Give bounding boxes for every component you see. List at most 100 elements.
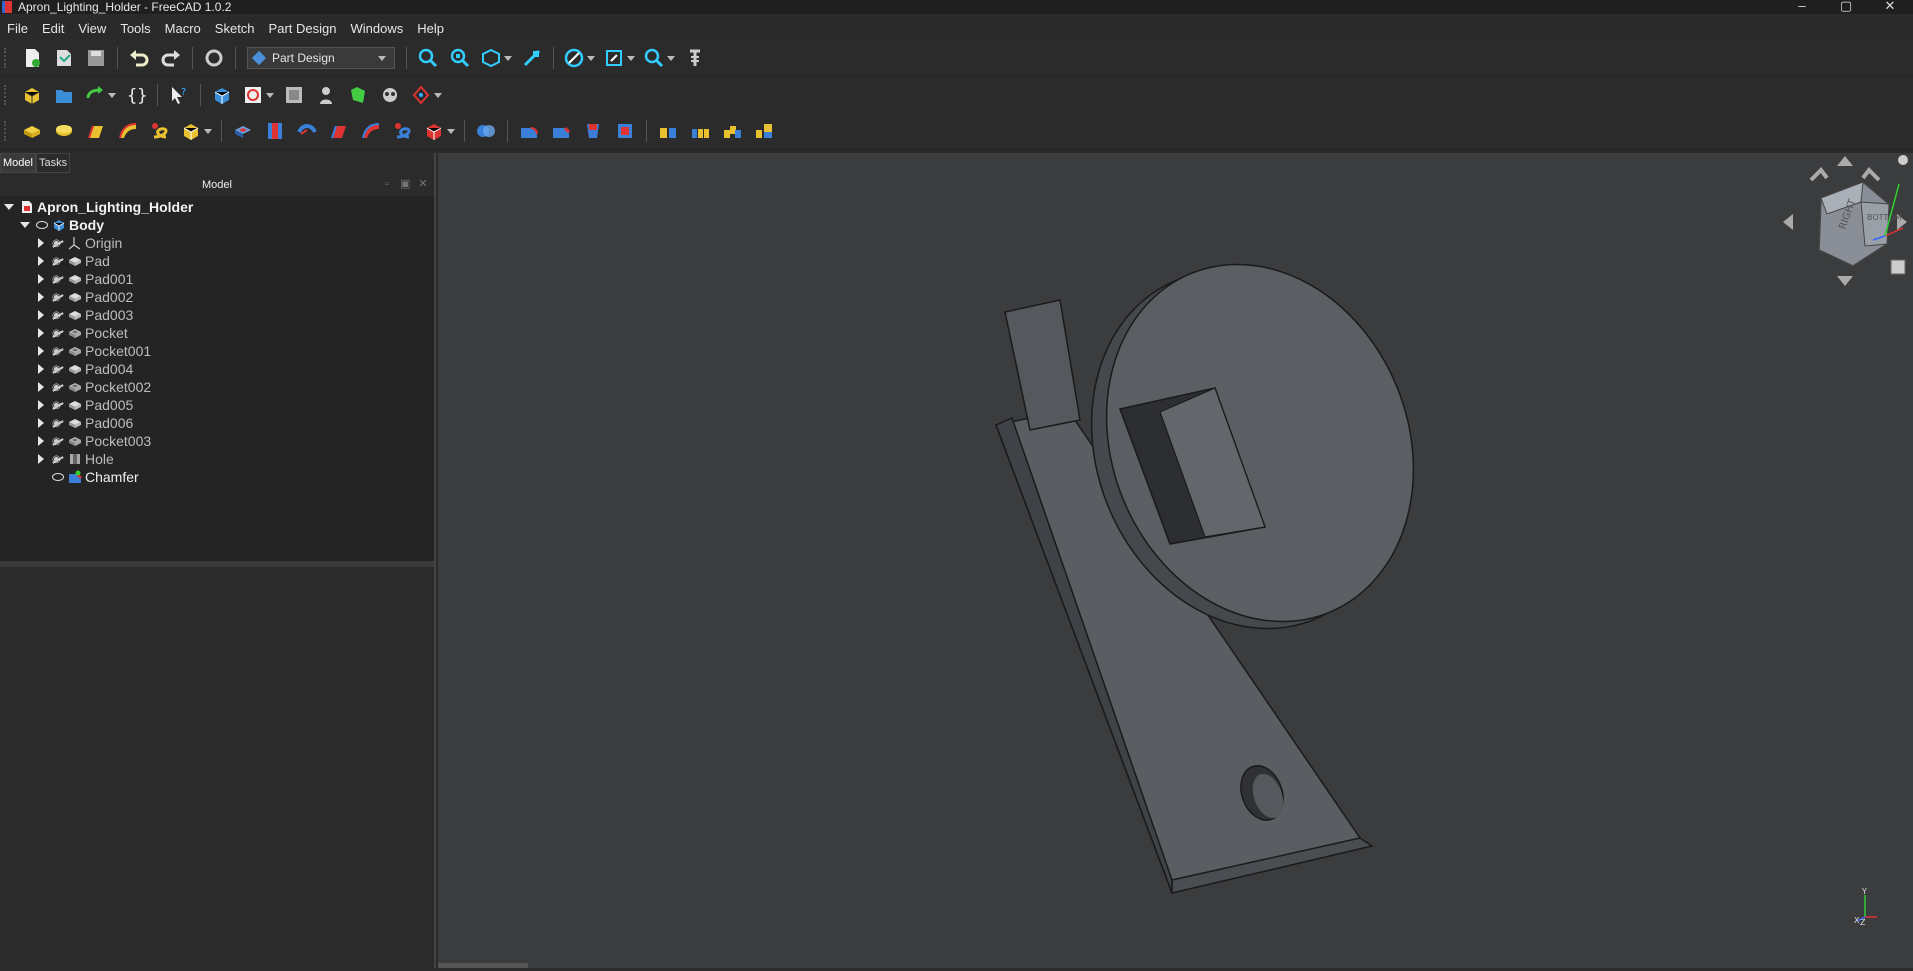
mirrored-icon[interactable] bbox=[656, 119, 680, 143]
new-document-icon[interactable] bbox=[20, 46, 44, 70]
create-body-icon[interactable] bbox=[210, 83, 234, 107]
linear-pattern-icon[interactable] bbox=[688, 119, 712, 143]
chamfer-icon[interactable] bbox=[549, 119, 573, 143]
expand-right-icon[interactable] bbox=[36, 256, 46, 266]
datum-icon[interactable] bbox=[410, 83, 442, 107]
toolbar-grip[interactable] bbox=[4, 48, 10, 68]
expand-right-icon[interactable] bbox=[36, 328, 46, 338]
validate-sketch-icon[interactable] bbox=[314, 83, 338, 107]
expand-down-icon[interactable] bbox=[4, 202, 14, 212]
menu-tools[interactable]: Tools bbox=[113, 21, 157, 36]
visibility-hidden-icon[interactable]: ◉ bbox=[52, 455, 64, 465]
fit-selection-icon[interactable] bbox=[448, 46, 472, 70]
braces-icon[interactable]: {} bbox=[124, 83, 148, 107]
arrow-left-icon[interactable] bbox=[1783, 214, 1793, 230]
workbench-selector[interactable]: Part Design bbox=[247, 47, 395, 69]
expand-right-icon[interactable] bbox=[36, 382, 46, 392]
hole-icon[interactable] bbox=[263, 119, 287, 143]
arrow-up-icon[interactable] bbox=[1837, 156, 1853, 166]
menu-edit[interactable]: Edit bbox=[35, 21, 71, 36]
whats-this-icon[interactable]: ? bbox=[167, 83, 191, 107]
polar-pattern-icon[interactable] bbox=[720, 119, 744, 143]
visibility-hidden-icon[interactable]: ◉ bbox=[52, 419, 64, 429]
visibility-hidden-icon[interactable]: ◉ bbox=[52, 365, 64, 375]
3d-viewport[interactable] bbox=[438, 153, 1913, 968]
open-document-icon[interactable] bbox=[52, 46, 76, 70]
tab-model[interactable]: Model bbox=[0, 153, 36, 173]
visibility-eye-icon[interactable] bbox=[36, 221, 48, 229]
menu-file[interactable]: File bbox=[0, 21, 35, 36]
create-group-icon[interactable] bbox=[52, 83, 76, 107]
expand-right-icon[interactable] bbox=[36, 238, 46, 248]
visibility-hidden-icon[interactable]: ◉ bbox=[52, 275, 64, 285]
expand-right-icon[interactable] bbox=[36, 310, 46, 320]
panel-float-icon[interactable]: ▫ bbox=[382, 179, 392, 190]
additive-primitive-icon[interactable] bbox=[180, 119, 212, 143]
helix-icon[interactable] bbox=[148, 119, 172, 143]
create-part-icon[interactable] bbox=[20, 83, 44, 107]
std-views-icon[interactable] bbox=[603, 46, 635, 70]
undo-icon[interactable] bbox=[127, 46, 151, 70]
refresh-icon[interactable] bbox=[202, 46, 226, 70]
panel-close-icon[interactable]: ✕ bbox=[418, 179, 428, 190]
expand-right-icon[interactable] bbox=[36, 364, 46, 374]
fit-all-icon[interactable] bbox=[416, 46, 440, 70]
horizontal-scrollbar[interactable] bbox=[438, 963, 528, 968]
navcube-face-bottom[interactable]: BOTTOM bbox=[1867, 213, 1902, 222]
subtractive-helix-icon[interactable] bbox=[391, 119, 415, 143]
cube-small-icon[interactable] bbox=[1890, 259, 1906, 275]
redo-icon[interactable] bbox=[159, 46, 183, 70]
view-menu-icon[interactable] bbox=[1898, 155, 1908, 165]
pad-icon[interactable] bbox=[20, 119, 44, 143]
expand-right-icon[interactable] bbox=[36, 400, 46, 410]
menu-part-design[interactable]: Part Design bbox=[262, 21, 344, 36]
menu-view[interactable]: View bbox=[71, 21, 113, 36]
revolution-icon[interactable] bbox=[52, 119, 76, 143]
expand-right-icon[interactable] bbox=[36, 274, 46, 284]
thickness-icon[interactable] bbox=[613, 119, 637, 143]
draw-style-icon[interactable] bbox=[563, 46, 595, 70]
visibility-hidden-icon[interactable]: ◉ bbox=[52, 293, 64, 303]
subtractive-loft-icon[interactable] bbox=[327, 119, 351, 143]
toolbar-grip[interactable] bbox=[4, 121, 10, 141]
subtractive-pipe-icon[interactable] bbox=[359, 119, 383, 143]
rotate-right-icon[interactable] bbox=[1861, 166, 1881, 182]
menu-help[interactable]: Help bbox=[410, 21, 451, 36]
multi-transform-icon[interactable] bbox=[752, 119, 776, 143]
panel-splitter[interactable] bbox=[0, 561, 434, 567]
visibility-hidden-icon[interactable]: ◉ bbox=[52, 329, 64, 339]
boolean-icon[interactable] bbox=[474, 119, 498, 143]
visibility-hidden-icon[interactable]: ◉ bbox=[52, 239, 64, 249]
panel-restore-icon[interactable]: ▣ bbox=[400, 179, 410, 190]
isometric-view-icon[interactable] bbox=[480, 46, 512, 70]
model-render[interactable] bbox=[438, 153, 1913, 968]
visibility-hidden-icon[interactable]: ◉ bbox=[52, 347, 64, 357]
fillet-icon[interactable] bbox=[517, 119, 541, 143]
subtractive-primitive-icon[interactable] bbox=[423, 119, 455, 143]
visibility-hidden-icon[interactable]: ◉ bbox=[52, 401, 64, 411]
arrow-down-icon[interactable] bbox=[1837, 276, 1853, 286]
expand-right-icon[interactable] bbox=[36, 418, 46, 428]
maximize-button[interactable]: ▢ bbox=[1824, 0, 1868, 14]
close-button[interactable]: ✕ bbox=[1868, 0, 1912, 14]
create-sketch-icon[interactable] bbox=[242, 83, 274, 107]
shape-binder-icon[interactable] bbox=[378, 83, 402, 107]
menu-windows[interactable]: Windows bbox=[343, 21, 410, 36]
attach-sketch-icon[interactable] bbox=[282, 83, 306, 107]
pipe-icon[interactable] bbox=[116, 119, 140, 143]
expand-right-icon[interactable] bbox=[36, 436, 46, 446]
measure-icon[interactable] bbox=[520, 46, 544, 70]
menu-sketch[interactable]: Sketch bbox=[208, 21, 262, 36]
draft-icon[interactable] bbox=[581, 119, 605, 143]
groove-icon[interactable] bbox=[295, 119, 319, 143]
expand-right-icon[interactable] bbox=[36, 292, 46, 302]
expand-right-icon[interactable] bbox=[36, 346, 46, 356]
visibility-hidden-icon[interactable]: ◉ bbox=[52, 311, 64, 321]
visibility-eye-icon[interactable] bbox=[52, 473, 64, 481]
link-icon[interactable] bbox=[84, 83, 116, 107]
toolbar-grip[interactable] bbox=[4, 85, 10, 105]
save-icon[interactable] bbox=[84, 46, 108, 70]
tree-item-chamfer[interactable]: Chamfer bbox=[0, 466, 434, 488]
navigation-cube[interactable]: RIGHT BOTTOM bbox=[1775, 152, 1913, 292]
clone-icon[interactable] bbox=[346, 83, 370, 107]
